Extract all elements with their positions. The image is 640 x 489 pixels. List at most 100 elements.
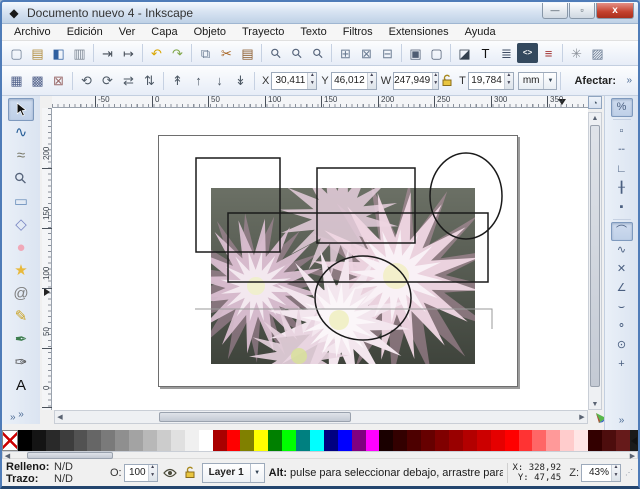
menu-edicion[interactable]: Edición (59, 24, 111, 40)
opacity-spinner[interactable]: 100 ▲ ▼ (123, 463, 158, 482)
group-icon[interactable]: ▣ (405, 43, 426, 63)
palette-scrollbar[interactable]: ◀ ▶ (2, 451, 638, 460)
palette-swatch-292929[interactable] (45, 430, 60, 451)
horizontal-scrollbar[interactable]: ◀ ▶ (54, 410, 588, 424)
lower-to-bottom-icon[interactable]: ↡ (230, 71, 251, 91)
palette-swatch-666666[interactable] (87, 430, 102, 451)
palette-swatch-b30000[interactable] (462, 430, 477, 451)
vertical-scrollbar[interactable]: ▲ ▼ (588, 112, 602, 410)
palette-swatch-ffffff[interactable] (198, 430, 213, 451)
preferences-icon[interactable]: ✳ (566, 43, 587, 63)
palette-swatch-4d0d0d[interactable] (601, 430, 616, 451)
palette-scroll-left-arrow[interactable]: ◀ (3, 452, 12, 460)
menu-capa[interactable]: Capa (143, 24, 185, 40)
palette-swatch-00ff00[interactable] (282, 430, 297, 451)
create-clone-icon[interactable]: ⊠ (356, 43, 377, 63)
horizontal-scroll-thumb[interactable] (159, 412, 351, 422)
palette-swatch-e0e0e0[interactable] (170, 430, 185, 451)
opacity-spin-arrows[interactable]: ▲ ▼ (147, 464, 157, 481)
resize-grip[interactable]: ⋰ (625, 468, 634, 477)
print-icon[interactable]: ▥ (69, 43, 90, 63)
align-dialog-icon[interactable]: ≡ (538, 43, 559, 63)
scroll-down-arrow[interactable]: ▼ (589, 399, 601, 409)
maximize-button[interactable]: ▫ (569, 2, 595, 19)
snap-bbox-edges-icon[interactable]: ╌ (611, 141, 633, 160)
rotate-ccw-icon[interactable]: ⟲ (76, 71, 97, 91)
palette-swatch-ffff00[interactable] (254, 430, 269, 451)
ellipse-tool[interactable]: ● (8, 236, 34, 259)
palette-swatch-f0f0f0[interactable] (184, 430, 199, 451)
snap-rotation-centers-icon[interactable]: + (611, 355, 633, 374)
canvas[interactable] (52, 108, 588, 410)
palette-swatch-008000[interactable] (268, 430, 283, 451)
palette-swatch-ff3333[interactable] (518, 430, 533, 451)
snap-bbox-icon[interactable]: ▫ (611, 122, 633, 141)
lock-dimensions-icon[interactable] (439, 73, 455, 89)
drawn-rectangle-1[interactable] (195, 157, 281, 253)
paste-icon[interactable]: ▤ (237, 43, 258, 63)
spiral-tool[interactable]: @ (8, 282, 34, 305)
deselect-icon[interactable]: ⊠ (48, 71, 69, 91)
palette-scroll-thumb[interactable] (27, 452, 113, 459)
tool-options-expander[interactable]: » (626, 75, 632, 86)
palette-swatch-0000ff[interactable] (337, 430, 352, 451)
snap-cusp-nodes-icon[interactable]: ∠ (611, 279, 633, 298)
drawn-rectangle-3[interactable] (227, 212, 489, 283)
palette-swatch-000080[interactable] (323, 430, 338, 451)
ungroup-icon[interactable]: ▢ (426, 43, 447, 63)
palette-swatch-ffe6e6[interactable] (574, 430, 589, 451)
color-managed-display-toggle[interactable]: ◔ (588, 96, 602, 109)
text-dialog-icon[interactable]: T (475, 43, 496, 63)
select-all-layers-icon[interactable]: ▩ (27, 71, 48, 91)
menu-ayuda[interactable]: Ayuda (457, 24, 504, 40)
menu-filtros[interactable]: Filtros (335, 24, 381, 40)
snap-bbox-midpoints-icon[interactable]: ╂ (611, 179, 633, 198)
zoom-spinner[interactable]: 43% ▲ ▼ (581, 463, 621, 482)
duplicate-icon[interactable]: ⊞ (335, 43, 356, 63)
new-document-icon[interactable]: ▢ (6, 43, 27, 63)
palette-swatch-b8b8b8[interactable] (143, 430, 157, 451)
unit-dropdown[interactable]: mm ▼ (517, 71, 558, 90)
raise-to-top-icon[interactable]: ↟ (167, 71, 188, 91)
palette-swatch-808000[interactable] (240, 430, 255, 451)
palette-swatch-aa0000[interactable] (212, 430, 227, 451)
palette-swatch-330000[interactable] (588, 430, 602, 451)
width-field[interactable]: 247,949 ▲ ▼ (393, 71, 440, 90)
box3d-tool[interactable]: ◇ (8, 213, 34, 236)
cut-icon[interactable]: ✂ (216, 43, 237, 63)
palette-swatch-1a0000[interactable] (379, 430, 394, 451)
palette-swatch-990000[interactable] (449, 430, 463, 451)
palette-swatch-141414[interactable] (31, 430, 46, 451)
node-tool[interactable]: ∿ (8, 121, 34, 144)
snap-smooth-nodes-icon[interactable]: ⌣ (611, 298, 633, 317)
menu-texto[interactable]: Texto (292, 24, 334, 40)
fill-stroke-indicator[interactable]: Relleno: N/D Trazo: N/D (6, 461, 102, 485)
palette-swatch-525252[interactable] (73, 430, 88, 451)
palette-scroll-right-arrow[interactable]: ▶ (628, 452, 637, 460)
drawn-ellipse-1[interactable] (429, 152, 503, 240)
zoom-spin-arrows[interactable]: ▲ ▼ (611, 464, 620, 481)
star-tool[interactable]: ★ (8, 259, 34, 282)
palette-swatch-800080[interactable] (351, 430, 366, 451)
palette-swatch-e60000[interactable] (490, 430, 505, 451)
close-button[interactable]: x (596, 2, 634, 19)
palette-swatch-ffcccc[interactable] (560, 430, 575, 451)
export-icon[interactable]: ↦ (118, 43, 139, 63)
scroll-right-arrow[interactable]: ▶ (577, 411, 587, 423)
palette-swatch-ff6666[interactable] (532, 430, 547, 451)
import-icon[interactable]: ⇥ (97, 43, 118, 63)
save-document-icon[interactable]: ◧ (48, 43, 69, 63)
snap-toolbar-expander[interactable]: » (619, 415, 625, 426)
drawn-rectangle-2[interactable] (316, 167, 416, 244)
palette-swatch-ff0000[interactable] (226, 430, 241, 451)
drawn-line[interactable] (195, 308, 493, 329)
palette-swatch-none[interactable] (2, 430, 18, 451)
palette-swatch-8f8f8f[interactable] (115, 430, 130, 451)
text-tool[interactable]: A (8, 374, 34, 397)
layer-lock-icon[interactable] (182, 465, 198, 481)
menu-extensiones[interactable]: Extensiones (381, 24, 457, 40)
palette-swatch-ff9999[interactable] (546, 430, 561, 451)
undo-icon[interactable]: ↶ (146, 43, 167, 63)
minimize-button[interactable]: — (542, 2, 568, 19)
palette-swatch-660000[interactable] (421, 430, 436, 451)
